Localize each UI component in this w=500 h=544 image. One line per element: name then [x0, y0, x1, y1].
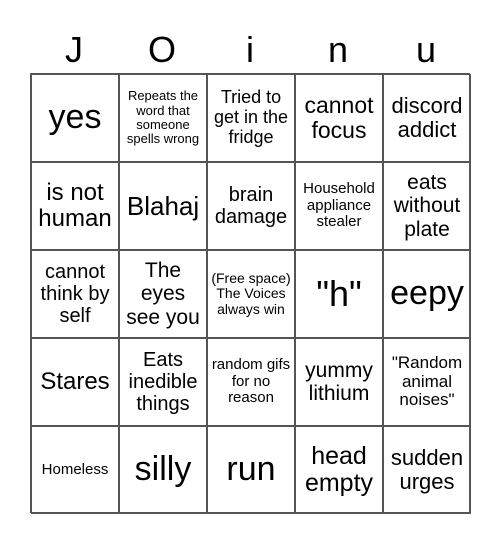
cell-text: Eats inedible things [128, 349, 198, 415]
header-letter: i [246, 29, 254, 70]
bingo-cell[interactable]: cannot focus [295, 74, 383, 162]
cell-text: brain damage [214, 184, 288, 228]
header-letter: n [327, 29, 349, 70]
bingo-cell[interactable]: Eats inedible things [119, 338, 207, 426]
bingo-grid: yes Repeats the word that someone spells … [30, 73, 471, 514]
cell-text: random gifs for no reason [211, 356, 291, 407]
cell-text: Stares [40, 367, 110, 395]
bingo-cell[interactable]: random gifs for no reason [207, 338, 295, 426]
cell-text: run [226, 450, 276, 489]
bingo-cell[interactable]: head empty [295, 426, 383, 514]
bingo-cell[interactable]: Repeats the word that someone spells wro… [119, 74, 207, 162]
cell-text: The eyes see you [126, 259, 200, 329]
header-letter: O [147, 29, 176, 70]
bingo-cell[interactable]: run [207, 426, 295, 514]
bingo-cell[interactable]: "h" [295, 250, 383, 338]
bingo-cell[interactable]: silly [119, 426, 207, 514]
cell-text: (Free space) The Voices always win [211, 269, 291, 317]
cell-text: discord addict [391, 92, 463, 142]
bingo-cell[interactable]: Blahaj [119, 162, 207, 250]
cell-text: eats without plate [393, 171, 461, 241]
cell-text: silly [134, 450, 192, 489]
bingo-cell[interactable]: discord addict [383, 74, 471, 162]
cell-text: "h" [316, 273, 362, 315]
cell-text: Household appliance stealer [303, 180, 375, 231]
bingo-cell[interactable]: Homeless [31, 426, 119, 514]
bingo-cell[interactable]: "Random animal noises" [383, 338, 471, 426]
cell-text: eepy [390, 274, 464, 313]
cell-text: sudden urges [390, 444, 464, 494]
cell-text: Blahaj [126, 190, 200, 221]
cell-text: Homeless [41, 460, 109, 478]
header-letter: J [65, 29, 83, 70]
bingo-cell[interactable]: Stares [31, 338, 119, 426]
bingo-cell[interactable]: (Free space) The Voices always win [207, 250, 295, 338]
cell-text: head empty [304, 441, 374, 497]
cell-text: yummy lithium [305, 358, 373, 405]
cell-text: Repeats the word that someone spells wro… [126, 88, 200, 147]
bingo-cell[interactable]: eats without plate [383, 162, 471, 250]
cell-text: yes [48, 98, 102, 137]
bingo-cell[interactable]: The eyes see you [119, 250, 207, 338]
cell-text: cannot focus [304, 91, 374, 143]
cell-text: is not human [38, 178, 112, 232]
bingo-cell[interactable]: eepy [383, 250, 471, 338]
bingo-cell[interactable]: sudden urges [383, 426, 471, 514]
bingo-cell[interactable]: Tried to get in the fridge [207, 74, 295, 162]
bingo-cell[interactable]: Household appliance stealer [295, 162, 383, 250]
bingo-cell[interactable]: yummy lithium [295, 338, 383, 426]
bingo-cell[interactable]: is not human [31, 162, 119, 250]
bingo-cell[interactable]: cannot think by self [31, 250, 119, 338]
header-letter: u [415, 29, 437, 70]
bingo-cell[interactable]: yes [31, 74, 119, 162]
cell-text: cannot think by self [40, 261, 110, 327]
cell-text: "Random animal noises" [391, 352, 463, 410]
bingo-header: J Oi n u [30, 28, 470, 72]
cell-text: Tried to get in the fridge [213, 87, 289, 147]
bingo-cell[interactable]: brain damage [207, 162, 295, 250]
